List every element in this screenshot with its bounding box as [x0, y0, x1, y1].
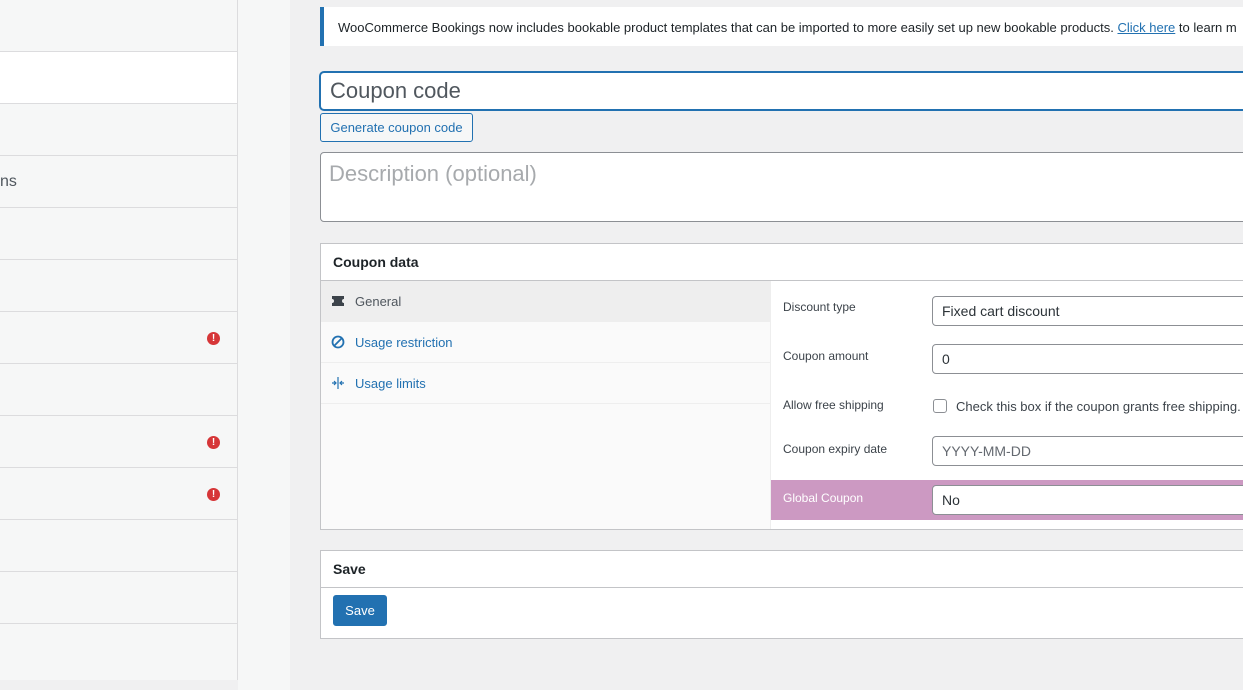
- alert-icon: !: [207, 332, 220, 345]
- tab-usage-restriction[interactable]: Usage restriction: [321, 322, 770, 363]
- free-shipping-description: Check this box if the coupon grants free…: [956, 399, 1241, 414]
- sidebar-row[interactable]: !: [0, 468, 237, 520]
- ticket-icon: [332, 296, 344, 306]
- save-button[interactable]: Save: [333, 595, 387, 626]
- alert-icon: !: [207, 436, 220, 449]
- generate-coupon-code-button[interactable]: Generate coupon code: [320, 113, 473, 142]
- sidebar-row[interactable]: [0, 520, 237, 572]
- sidebar-row[interactable]: [0, 572, 237, 624]
- limits-icon: [332, 377, 344, 389]
- coupon-data-title: Coupon data: [321, 244, 1243, 281]
- global-coupon-row: Global Coupon No: [771, 480, 1243, 520]
- notice-text: WooCommerce Bookings now includes bookab…: [338, 20, 1114, 35]
- coupon-code-input[interactable]: Coupon code: [320, 72, 1243, 110]
- bookings-notice: WooCommerce Bookings now includes bookab…: [320, 7, 1243, 46]
- tab-general[interactable]: General: [321, 281, 770, 322]
- free-shipping-label: Allow free shipping: [783, 398, 884, 412]
- global-coupon-select[interactable]: No: [932, 485, 1243, 515]
- restriction-icon: [331, 335, 345, 349]
- sidebar-gutter: [238, 0, 290, 690]
- notice-after-text: to learn m: [1178, 20, 1237, 35]
- sidebar-row[interactable]: [0, 260, 237, 312]
- coupon-data-box: Coupon data General Usage restriction Us…: [320, 243, 1243, 530]
- global-coupon-label: Global Coupon: [783, 491, 864, 505]
- discount-type-select[interactable]: Fixed cart discount: [932, 296, 1243, 326]
- sidebar-row[interactable]: [0, 624, 237, 680]
- coupon-data-tabs: General Usage restriction Usage limits: [321, 281, 771, 529]
- expiry-date-input[interactable]: YYYY-MM-DD: [932, 436, 1243, 466]
- sidebar-row[interactable]: !: [0, 312, 237, 364]
- free-shipping-checkbox[interactable]: [933, 399, 947, 413]
- description-textarea[interactable]: Description (optional): [320, 152, 1243, 222]
- tab-usage-limits[interactable]: Usage limits: [321, 363, 770, 404]
- save-box-title: Save: [321, 551, 1243, 588]
- expiry-date-label: Coupon expiry date: [783, 442, 888, 456]
- sidebar-row[interactable]: ns: [0, 156, 237, 208]
- sidebar-row[interactable]: [0, 208, 237, 260]
- sidebar-row-label: ns: [0, 173, 17, 190]
- settings-sidebar: ns ! ! !: [0, 0, 238, 680]
- alert-icon: !: [207, 488, 220, 501]
- sidebar-row[interactable]: !: [0, 416, 237, 468]
- coupon-amount-label: Coupon amount: [783, 349, 869, 363]
- coupon-amount-input[interactable]: 0: [932, 344, 1243, 374]
- discount-type-label: Discount type: [783, 300, 856, 314]
- notice-link[interactable]: Click here: [1117, 20, 1175, 35]
- sidebar-row-active[interactable]: [0, 52, 237, 104]
- sidebar-row[interactable]: [0, 0, 237, 52]
- save-box: Save Save: [320, 550, 1243, 639]
- sidebar-row[interactable]: [0, 104, 237, 156]
- sidebar-row[interactable]: [0, 364, 237, 416]
